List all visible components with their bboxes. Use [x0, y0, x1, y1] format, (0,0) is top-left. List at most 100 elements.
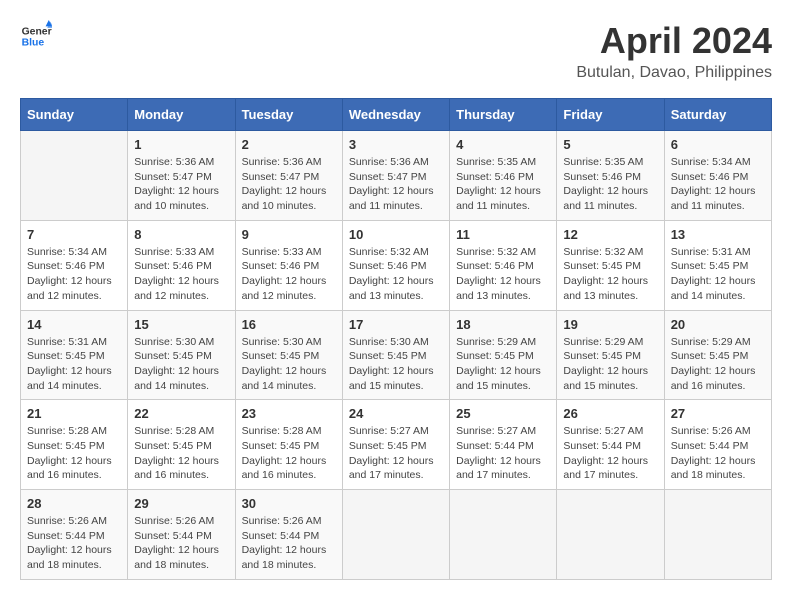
day-number: 7: [27, 227, 121, 242]
day-detail: Sunrise: 5:27 AMSunset: 5:44 PMDaylight:…: [563, 424, 657, 483]
day-detail: Sunrise: 5:36 AMSunset: 5:47 PMDaylight:…: [134, 155, 228, 214]
table-row: 26 Sunrise: 5:27 AMSunset: 5:44 PMDayligh…: [557, 400, 664, 490]
day-number: 26: [563, 406, 657, 421]
table-row: 17Sunrise: 5:30 AMSunset: 5:45 PMDayligh…: [342, 310, 449, 400]
day-number: 11: [456, 227, 550, 242]
day-detail: Sunrise: 5:34 AMSunset: 5:46 PMDaylight:…: [27, 245, 121, 304]
day-number: 20: [671, 317, 765, 332]
title-block: April 2024 Butulan, Davao, Philippines: [576, 20, 772, 82]
table-row: [21, 131, 128, 221]
day-number: 8: [134, 227, 228, 242]
day-number: 6: [671, 137, 765, 152]
header-saturday: Saturday: [664, 99, 771, 131]
table-row: 28 Sunrise: 5:26 AMSunset: 5:44 PMDayligh…: [21, 490, 128, 580]
day-detail: Sunrise: 5:29 AMSunset: 5:45 PMDaylight:…: [671, 335, 765, 394]
day-detail: Sunrise: 5:32 AMSunset: 5:46 PMDaylight:…: [456, 245, 550, 304]
day-number: 29: [134, 496, 228, 511]
day-detail: Sunrise: 5:28 AMSunset: 5:45 PMDaylight:…: [134, 424, 228, 483]
table-row: [557, 490, 664, 580]
day-detail: Sunrise: 5:33 AMSunset: 5:46 PMDaylight:…: [134, 245, 228, 304]
day-detail: Sunrise: 5:31 AMSunset: 5:45 PMDaylight:…: [671, 245, 765, 304]
calendar-week-row: 1 Sunrise: 5:36 AMSunset: 5:47 PMDaylight…: [21, 131, 772, 221]
day-number: 15: [134, 317, 228, 332]
day-number: 12: [563, 227, 657, 242]
day-detail: Sunrise: 5:28 AMSunset: 5:45 PMDaylight:…: [27, 424, 121, 483]
day-number: 4: [456, 137, 550, 152]
day-detail: Sunrise: 5:27 AMSunset: 5:44 PMDaylight:…: [456, 424, 550, 483]
day-detail: Sunrise: 5:36 AMSunset: 5:47 PMDaylight:…: [349, 155, 443, 214]
table-row: 21Sunrise: 5:28 AMSunset: 5:45 PMDayligh…: [21, 400, 128, 490]
day-detail: Sunrise: 5:30 AMSunset: 5:45 PMDaylight:…: [134, 335, 228, 394]
header-thursday: Thursday: [450, 99, 557, 131]
day-detail: Sunrise: 5:32 AMSunset: 5:45 PMDaylight:…: [563, 245, 657, 304]
day-number: 27: [671, 406, 765, 421]
day-number: 28: [27, 496, 121, 511]
table-row: 8 Sunrise: 5:33 AMSunset: 5:46 PMDaylight…: [128, 220, 235, 310]
calendar-week-row: 14Sunrise: 5:31 AMSunset: 5:45 PMDayligh…: [21, 310, 772, 400]
day-number: 18: [456, 317, 550, 332]
day-number: 24: [349, 406, 443, 421]
day-detail: Sunrise: 5:34 AMSunset: 5:46 PMDaylight:…: [671, 155, 765, 214]
day-detail: Sunrise: 5:35 AMSunset: 5:46 PMDaylight:…: [563, 155, 657, 214]
header-friday: Friday: [557, 99, 664, 131]
table-row: 16 Sunrise: 5:30 AMSunset: 5:45 PMDayligh…: [235, 310, 342, 400]
table-row: 9Sunrise: 5:33 AMSunset: 5:46 PMDaylight…: [235, 220, 342, 310]
header-sunday: Sunday: [21, 99, 128, 131]
day-detail: Sunrise: 5:26 AMSunset: 5:44 PMDaylight:…: [27, 514, 121, 573]
day-number: 22: [134, 406, 228, 421]
table-row: 12 Sunrise: 5:32 AMSunset: 5:45 PMDayligh…: [557, 220, 664, 310]
day-number: 16: [242, 317, 336, 332]
day-number: 17: [349, 317, 443, 332]
table-row: 24 Sunrise: 5:27 AMSunset: 5:45 PMDayligh…: [342, 400, 449, 490]
table-row: [342, 490, 449, 580]
day-detail: Sunrise: 5:36 AMSunset: 5:47 PMDaylight:…: [242, 155, 336, 214]
day-detail: Sunrise: 5:29 AMSunset: 5:45 PMDaylight:…: [563, 335, 657, 394]
day-detail: Sunrise: 5:35 AMSunset: 5:46 PMDaylight:…: [456, 155, 550, 214]
table-row: 19Sunrise: 5:29 AMSunset: 5:45 PMDayligh…: [557, 310, 664, 400]
day-number: 25: [456, 406, 550, 421]
table-row: 5 Sunrise: 5:35 AMSunset: 5:46 PMDaylight…: [557, 131, 664, 221]
table-row: 27 Sunrise: 5:26 AMSunset: 5:44 PMDayligh…: [664, 400, 771, 490]
day-number: 5: [563, 137, 657, 152]
location-subtitle: Butulan, Davao, Philippines: [576, 64, 772, 82]
calendar-header-row: Sunday Monday Tuesday Wednesday Thursday…: [21, 99, 772, 131]
calendar-week-row: 28 Sunrise: 5:26 AMSunset: 5:44 PMDayligh…: [21, 490, 772, 580]
day-number: 1: [134, 137, 228, 152]
day-number: 2: [242, 137, 336, 152]
day-detail: Sunrise: 5:26 AMSunset: 5:44 PMDaylight:…: [671, 424, 765, 483]
table-row: 14Sunrise: 5:31 AMSunset: 5:45 PMDayligh…: [21, 310, 128, 400]
table-row: 23 Sunrise: 5:28 AMSunset: 5:45 PMDayligh…: [235, 400, 342, 490]
day-detail: Sunrise: 5:32 AMSunset: 5:46 PMDaylight:…: [349, 245, 443, 304]
month-year-title: April 2024: [576, 20, 772, 62]
calendar-week-row: 7 Sunrise: 5:34 AMSunset: 5:46 PMDaylight…: [21, 220, 772, 310]
day-detail: Sunrise: 5:33 AMSunset: 5:46 PMDaylight:…: [242, 245, 336, 304]
header-wednesday: Wednesday: [342, 99, 449, 131]
table-row: [450, 490, 557, 580]
day-number: 13: [671, 227, 765, 242]
svg-text:Blue: Blue: [22, 38, 45, 49]
day-number: 3: [349, 137, 443, 152]
table-row: 3 Sunrise: 5:36 AMSunset: 5:47 PMDaylight…: [342, 131, 449, 221]
calendar-week-row: 21Sunrise: 5:28 AMSunset: 5:45 PMDayligh…: [21, 400, 772, 490]
table-row: 29Sunrise: 5:26 AMSunset: 5:44 PMDayligh…: [128, 490, 235, 580]
calendar-table: Sunday Monday Tuesday Wednesday Thursday…: [20, 98, 772, 580]
table-row: 20 Sunrise: 5:29 AMSunset: 5:45 PMDayligh…: [664, 310, 771, 400]
table-row: 11 Sunrise: 5:32 AMSunset: 5:46 PMDayligh…: [450, 220, 557, 310]
day-number: 14: [27, 317, 121, 332]
day-detail: Sunrise: 5:30 AMSunset: 5:45 PMDaylight:…: [242, 335, 336, 394]
day-number: 30: [242, 496, 336, 511]
svg-text:General: General: [22, 26, 52, 37]
day-detail: Sunrise: 5:26 AMSunset: 5:44 PMDaylight:…: [242, 514, 336, 573]
table-row: 10Sunrise: 5:32 AMSunset: 5:46 PMDayligh…: [342, 220, 449, 310]
day-detail: Sunrise: 5:27 AMSunset: 5:45 PMDaylight:…: [349, 424, 443, 483]
table-row: 15 Sunrise: 5:30 AMSunset: 5:45 PMDayligh…: [128, 310, 235, 400]
day-detail: Sunrise: 5:28 AMSunset: 5:45 PMDaylight:…: [242, 424, 336, 483]
table-row: 30 Sunrise: 5:26 AMSunset: 5:44 PMDayligh…: [235, 490, 342, 580]
table-row: 7 Sunrise: 5:34 AMSunset: 5:46 PMDaylight…: [21, 220, 128, 310]
day-number: 23: [242, 406, 336, 421]
table-row: 1 Sunrise: 5:36 AMSunset: 5:47 PMDaylight…: [128, 131, 235, 221]
table-row: 4 Sunrise: 5:35 AMSunset: 5:46 PMDaylight…: [450, 131, 557, 221]
table-row: 18Sunrise: 5:29 AMSunset: 5:45 PMDayligh…: [450, 310, 557, 400]
table-row: 13 Sunrise: 5:31 AMSunset: 5:45 PMDayligh…: [664, 220, 771, 310]
page-header: General Blue April 2024 Butulan, Davao, …: [20, 20, 772, 82]
